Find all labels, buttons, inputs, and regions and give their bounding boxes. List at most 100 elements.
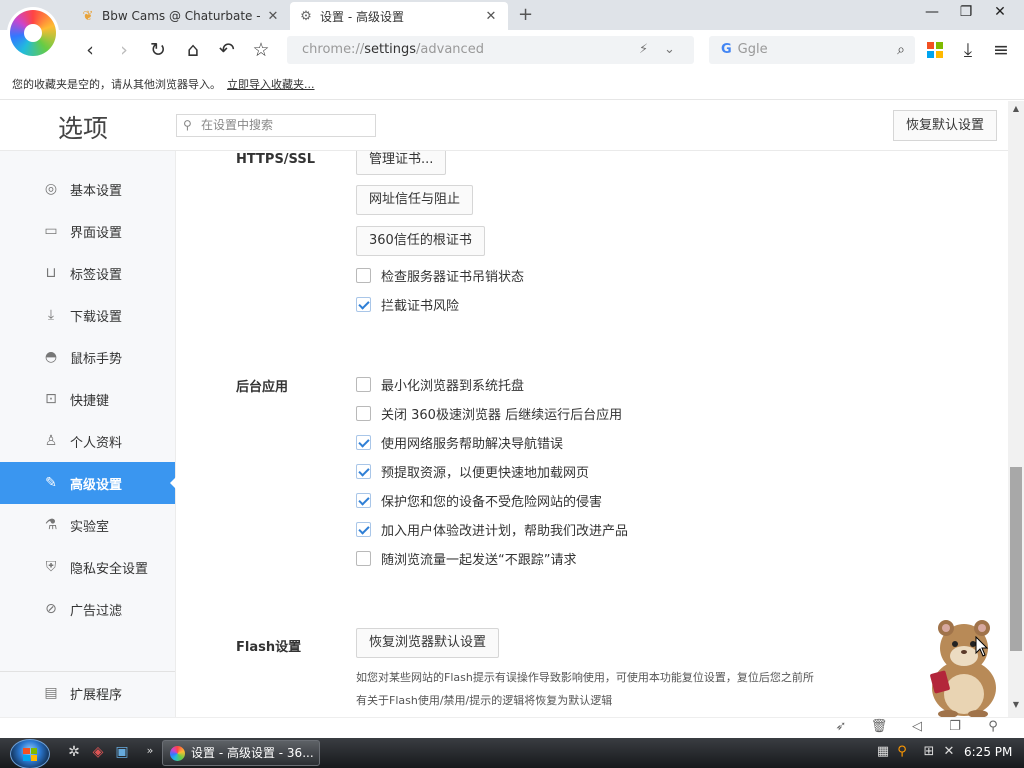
download-icon[interactable]: ⤓ (956, 38, 980, 62)
taskbar-window-button[interactable]: 设置 - 高级设置 - 36... (162, 740, 320, 766)
show-desktop-icon[interactable]: ▣ (112, 744, 132, 760)
network-icon[interactable]: ⊞ (920, 744, 938, 759)
url-trust-block-button[interactable]: 网址信任与阻止 (356, 185, 474, 215)
clock[interactable]: 6:25 PM (964, 745, 1012, 759)
star-icon[interactable]: ☆ (249, 38, 273, 62)
tab-chaturbate[interactable]: ❦ Bbw Cams @ Chaturbate - ✕ (72, 2, 290, 30)
checkbox-row[interactable]: 关闭 360极速浏览器 后继续运行后台应用 (356, 403, 622, 423)
sidebar-item-profile[interactable]: ♙ 个人资料 (0, 420, 175, 462)
search-icon[interactable]: ⌕ (897, 36, 905, 64)
back-button[interactable]: ‹ (78, 38, 102, 62)
reload-button[interactable]: ↻ (146, 38, 170, 62)
menu-icon[interactable]: ≡ (989, 38, 1013, 62)
checkbox-row[interactable]: 使用网络服务帮助解决导航错误 (356, 432, 563, 452)
apps-grid-icon[interactable] (927, 42, 943, 58)
new-tab-button[interactable]: + (518, 4, 533, 25)
checkbox-row[interactable]: 检查服务器证书吊销状态 (356, 265, 524, 285)
shortcut-icon: ⊡ (45, 391, 57, 407)
quicklaunch-icon[interactable]: ✲ (64, 744, 84, 760)
checkbox[interactable] (356, 376, 371, 392)
browser-logo-icon[interactable] (10, 10, 56, 56)
checkbox-row[interactable]: 保护您和您的设备不受危险网站的侵害 (356, 490, 602, 510)
manage-certificates-button[interactable]: 管理证书... (356, 151, 447, 175)
window-restore-icon[interactable]: ❐ (946, 719, 964, 734)
close-icon[interactable]: ✕ (266, 9, 280, 24)
undo-close-button[interactable]: ↶ (215, 38, 239, 62)
close-window-button[interactable]: ✕ (990, 4, 1010, 20)
checkbox-checked[interactable] (356, 296, 371, 312)
volume-muted-icon[interactable]: ✕ (940, 744, 958, 759)
settings-search-placeholder: 在设置中搜索 (201, 118, 274, 132)
tab-strip: ❦ Bbw Cams @ Chaturbate - ✕ ⚙ 设置 - 高级设置 … (0, 0, 1024, 30)
chevron-down-icon[interactable]: ⌄ (664, 36, 675, 64)
page-title: 选项 (58, 114, 109, 143)
vertical-scrollbar[interactable]: ▲ ▼ (1008, 101, 1024, 717)
checkbox[interactable] (356, 405, 371, 421)
checkbox-row[interactable]: 最小化浏览器到系统托盘 (356, 374, 524, 394)
expand-icon[interactable]: » (140, 744, 160, 757)
scroll-down-arrow-icon[interactable]: ▼ (1008, 697, 1024, 713)
tray-icon[interactable]: ▦ (874, 744, 892, 759)
tab-settings[interactable]: ⚙ 设置 - 高级设置 ✕ (290, 2, 508, 30)
trash-icon[interactable]: 🗑 (870, 719, 888, 734)
mouse-cursor-icon (975, 636, 989, 657)
sidebar-item-extensions[interactable]: ▤ 扩展程序 (0, 672, 175, 714)
sidebar-item-label: 标签设置 (70, 267, 123, 283)
checkbox-label: 关闭 360极速浏览器 后继续运行后台应用 (381, 407, 623, 423)
hamster-mascot-icon[interactable] (916, 614, 1006, 718)
checkbox-label: 加入用户体验改进计划，帮助我们改进产品 (381, 523, 629, 539)
google-icon: G (721, 42, 732, 57)
sidebar-item-adblock[interactable]: ⊘ 广告过滤 (0, 588, 175, 630)
home-button[interactable]: ⌂ (181, 38, 205, 62)
checkbox-checked[interactable] (356, 521, 371, 537)
search-tray-icon[interactable]: ⚲ (893, 744, 911, 759)
checkbox[interactable] (356, 267, 371, 283)
address-bar[interactable]: chrome://settings/advanced ⚡ ⌄ (287, 36, 694, 64)
checkbox-row[interactable]: 预提取资源，以便更快速地加载网页 (356, 461, 589, 481)
restore-flash-defaults-button[interactable]: 恢复浏览器默认设置 (356, 628, 500, 658)
start-button[interactable] (10, 739, 50, 768)
settings-search-input[interactable]: ⚲ 在设置中搜索 (176, 114, 376, 137)
sidebar-item-privacy[interactable]: ⛨ 隐私安全设置 (0, 546, 175, 588)
import-bookmarks-link[interactable]: 立即导入收藏夹... (227, 78, 315, 91)
search-icon[interactable]: ⚲ (984, 719, 1002, 734)
reset-defaults-button[interactable]: 恢复默认设置 (893, 110, 997, 141)
close-icon[interactable]: ✕ (484, 9, 498, 24)
minimize-button[interactable]: — (922, 4, 942, 20)
taskbar-window-label: 设置 - 高级设置 - 36... (191, 746, 314, 760)
maximize-button[interactable]: ❐ (956, 4, 976, 20)
sidebar-item-interface[interactable]: ▭ 界面设置 (0, 210, 175, 252)
checkbox-row[interactable]: 拦截证书风险 (356, 294, 459, 314)
search-box[interactable]: G Ggle ⌕ (709, 36, 915, 64)
trusted-root-certs-button[interactable]: 360信任的根证书 (356, 226, 485, 256)
lightning-icon[interactable]: ⚡ (639, 36, 648, 64)
sidebar-item-tabs[interactable]: ⊔ 标签设置 (0, 252, 175, 294)
checkbox-label: 保护您和您的设备不受危险网站的侵害 (381, 494, 603, 510)
sidebar-item-mouse-gesture[interactable]: ◓ 鼠标手势 (0, 336, 175, 378)
checkbox-checked[interactable] (356, 463, 371, 479)
taskbar: ✲ ◈ ▣ » 设置 - 高级设置 - 36... ▦ ⚲ ⊞ ✕ 6:25 P… (0, 738, 1024, 768)
flash-description-line: 有关于Flash使用/禁用/提示的逻辑将恢复为默认逻辑 (356, 694, 613, 707)
sidebar-item-label: 扩展程序 (70, 687, 123, 703)
checkbox[interactable] (356, 550, 371, 566)
sidebar-item-shortcuts[interactable]: ⊡ 快捷键 (0, 378, 175, 420)
sidebar-item-label: 实验室 (70, 519, 110, 535)
sidebar-item-lab[interactable]: ⚗ 实验室 (0, 504, 175, 546)
speaker-icon[interactable]: ◁ (908, 719, 926, 734)
scrollbar-thumb[interactable] (1010, 467, 1022, 651)
rocket-icon[interactable]: ➶ (832, 719, 850, 734)
scroll-up-arrow-icon[interactable]: ▲ (1008, 101, 1024, 117)
quicklaunch-icon[interactable]: ◈ (88, 744, 108, 760)
checkbox-checked[interactable] (356, 492, 371, 508)
forward-button[interactable]: › (112, 38, 136, 62)
checkbox-checked[interactable] (356, 434, 371, 450)
checkbox-row[interactable]: 随浏览流量一起发送“不跟踪”请求 (356, 548, 576, 568)
sidebar-item-basic[interactable]: ◎ 基本设置 (0, 168, 175, 210)
sidebar-item-label: 界面设置 (70, 225, 123, 241)
gear-icon: ⚙ (300, 8, 312, 24)
sidebar-item-advanced[interactable]: ✎ 高级设置 (0, 462, 176, 504)
flash-description-line: 如您对某些网站的Flash提示有误操作导致影响使用，可使用本功能复位设置，复位后… (356, 671, 814, 684)
checkbox-row[interactable]: 加入用户体验改进计划，帮助我们改进产品 (356, 519, 628, 539)
download-icon: ⤓ (47, 307, 55, 323)
sidebar-item-download[interactable]: ⤓ 下载设置 (0, 294, 175, 336)
